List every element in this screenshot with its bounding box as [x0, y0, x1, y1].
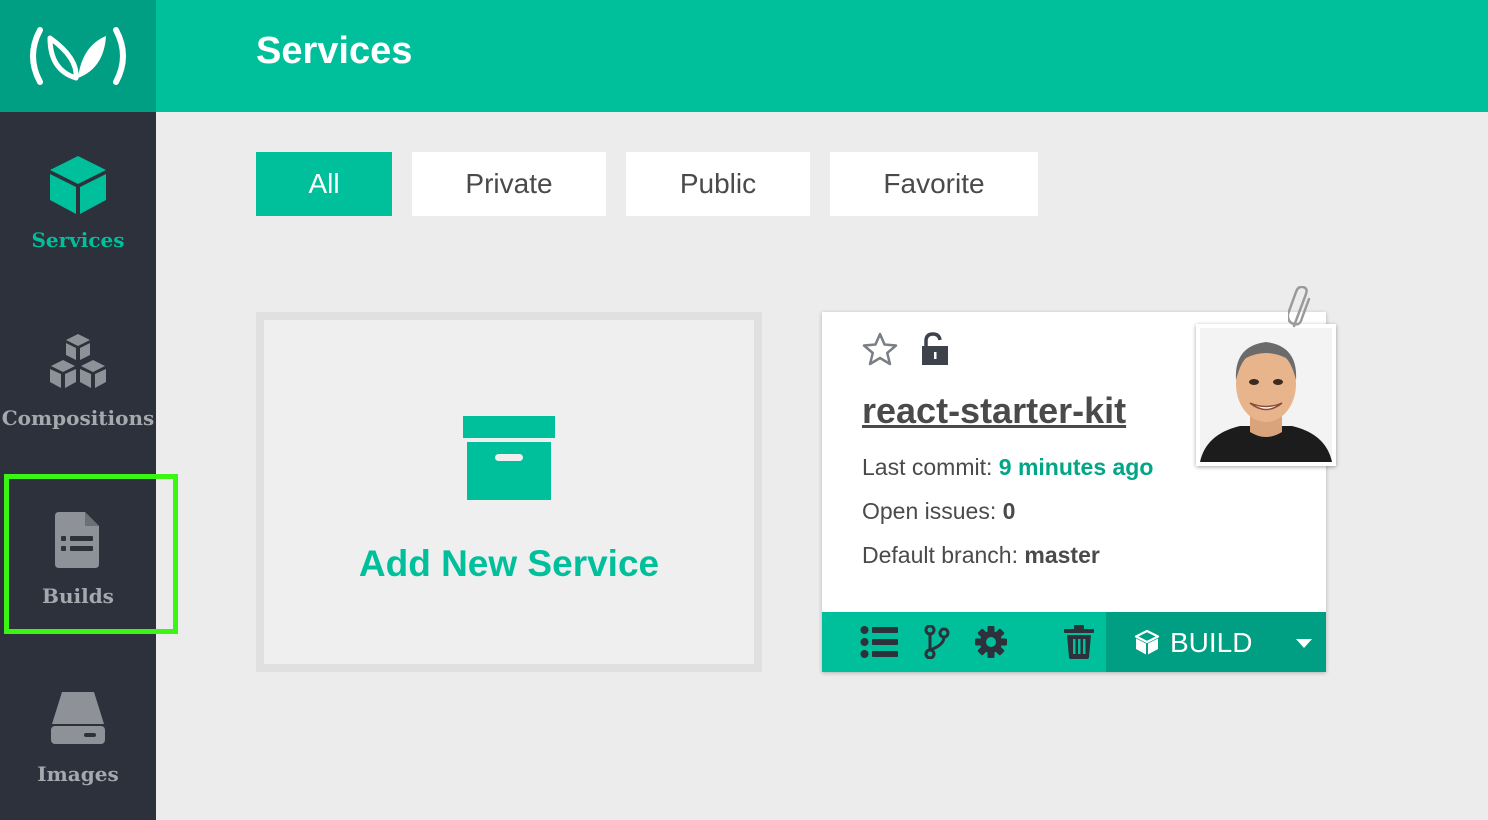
default-branch-value: master: [1024, 542, 1100, 568]
gear-icon[interactable]: [974, 625, 1008, 659]
filter-public-button[interactable]: Public: [626, 152, 810, 216]
default-branch-label: Default branch:: [862, 542, 1025, 568]
unlocked-padlock-icon[interactable]: [918, 332, 950, 366]
leaf-logo-icon: [30, 27, 126, 85]
sidebar-item-builds[interactable]: Builds: [0, 474, 156, 624]
stacked-cubes-icon: [46, 330, 110, 394]
sidebar: Services Compositions Builds Images: [0, 0, 178, 820]
filter-private-button[interactable]: Private: [412, 152, 606, 216]
star-icon[interactable]: [862, 332, 898, 366]
page-title: Services: [256, 30, 413, 72]
last-commit-label: Last commit:: [862, 454, 999, 480]
app-logo[interactable]: [0, 0, 156, 112]
sidebar-item-label: Compositions: [1, 406, 155, 430]
cube-icon: [48, 152, 108, 216]
avatar: [1196, 324, 1336, 466]
build-button[interactable]: BUILD: [1106, 612, 1326, 672]
add-new-service-label: Add New Service: [358, 543, 660, 584]
sidebar-item-label: Builds: [42, 584, 114, 608]
sidebar-item-services[interactable]: Services: [0, 118, 156, 268]
last-commit-info: Last commit: 9 minutes ago: [862, 454, 1153, 481]
open-issues-label: Open issues:: [862, 498, 1003, 524]
default-branch-info: Default branch: master: [862, 542, 1100, 569]
sidebar-item-images[interactable]: Images: [0, 652, 156, 802]
build-cube-icon: [1134, 629, 1160, 655]
build-button-label: BUILD: [1170, 627, 1253, 658]
paperclip-icon: [1288, 286, 1311, 328]
service-name-link[interactable]: react-starter-kit: [862, 390, 1126, 432]
filter-favorite-button[interactable]: Favorite: [830, 152, 1038, 216]
last-commit-value: 9 minutes ago: [998, 454, 1154, 480]
service-card-actions: BUILD: [822, 612, 1326, 672]
sidebar-item-compositions[interactable]: Compositions: [0, 296, 156, 446]
top-header: Services: [156, 0, 1488, 112]
open-issues-value: 0: [1002, 498, 1016, 524]
service-card: react-starter-kit Last commit: 9 minutes…: [822, 286, 1336, 672]
hard-drive-icon: [50, 686, 106, 750]
open-issues-info: Open issues: 0: [862, 498, 1015, 525]
avatar-image: [1200, 328, 1332, 462]
service-card-status-icons: [862, 332, 950, 366]
git-branch-icon[interactable]: [924, 625, 950, 659]
sidebar-item-label: Images: [37, 762, 119, 786]
archive-box-icon: [463, 416, 555, 505]
chevron-down-icon[interactable]: [1296, 639, 1312, 648]
trash-icon[interactable]: [1064, 625, 1094, 659]
filter-all-button[interactable]: All: [256, 152, 392, 216]
document-list-icon: [55, 508, 101, 572]
add-new-service-card[interactable]: Add New Service: [256, 312, 762, 672]
list-icon[interactable]: [860, 625, 898, 659]
sidebar-item-label: Services: [31, 228, 125, 252]
